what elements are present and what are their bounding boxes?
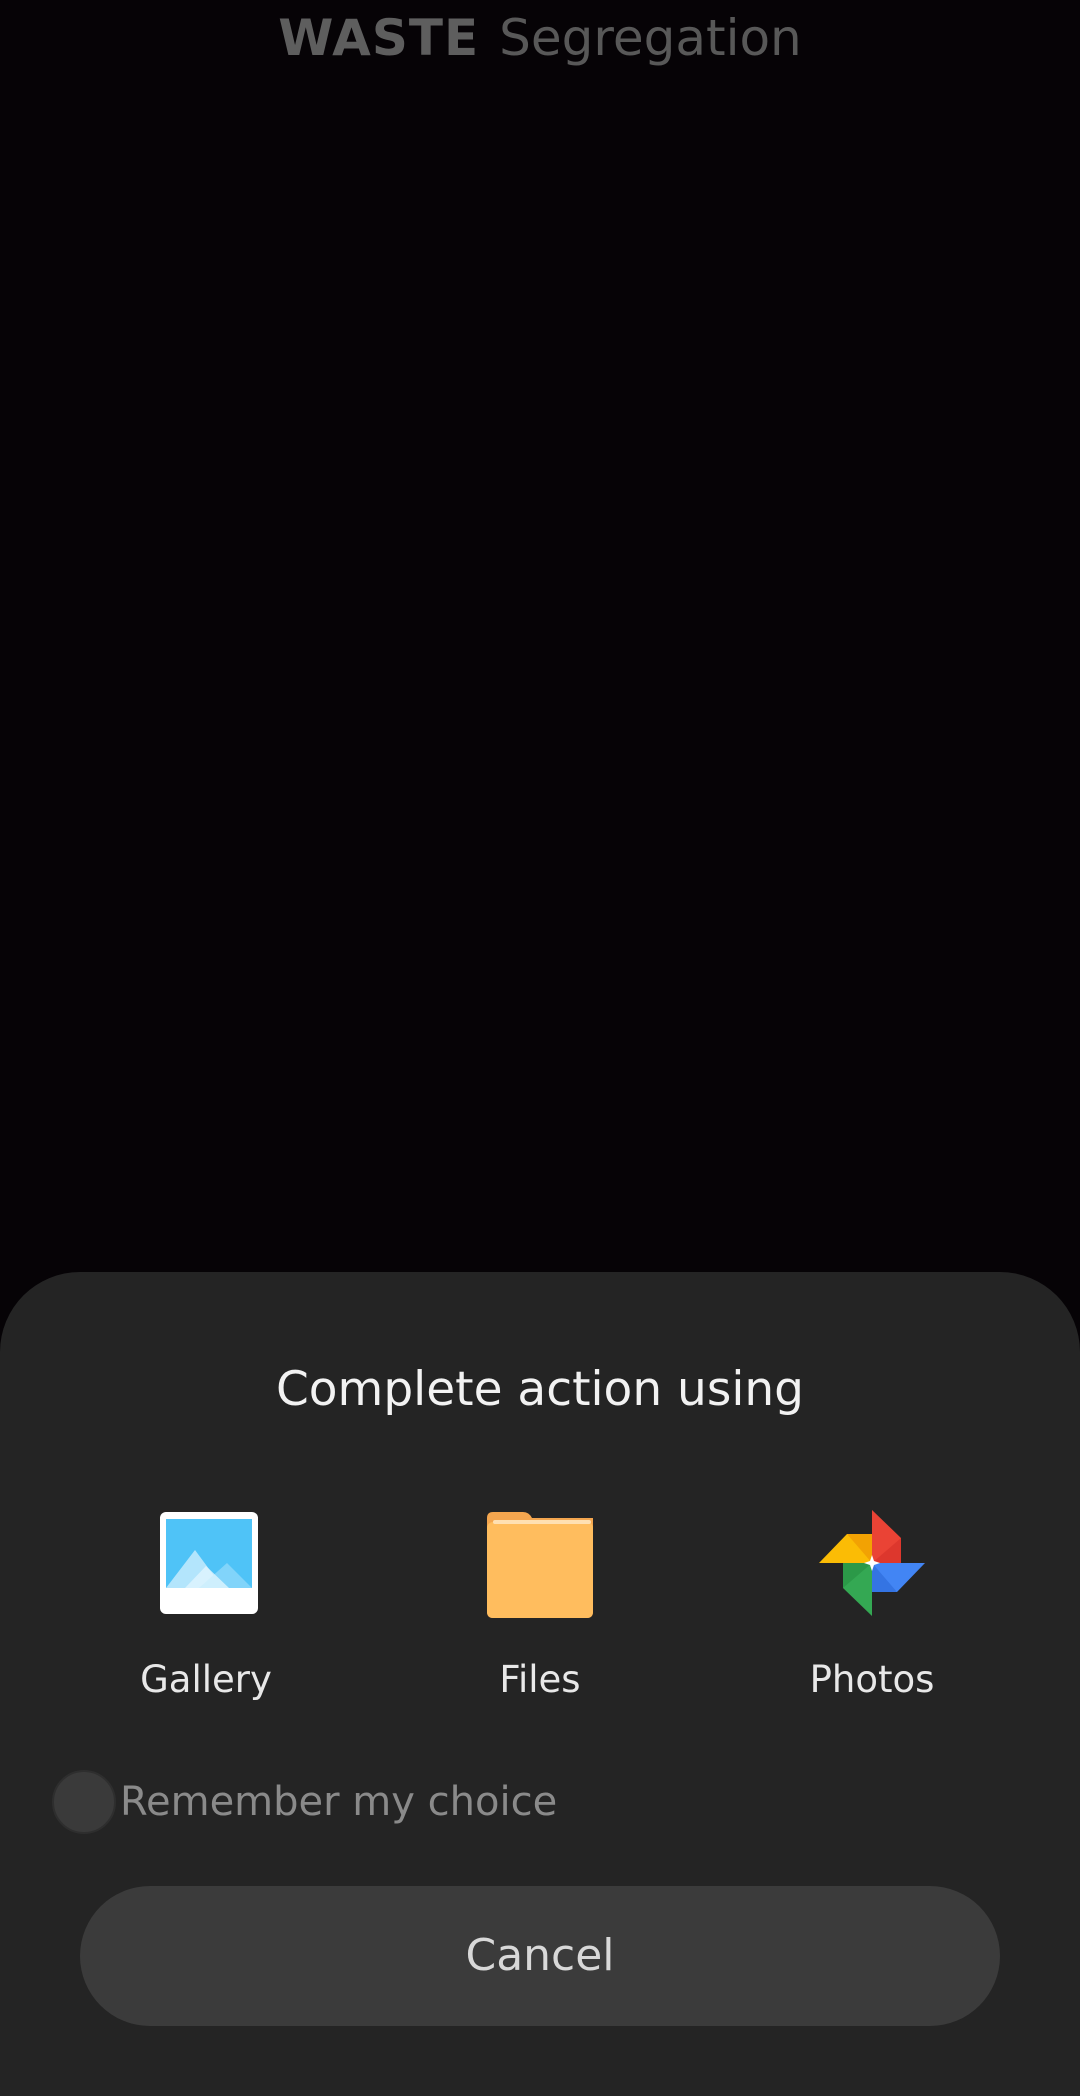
remember-label: Remember my choice: [120, 1779, 558, 1825]
remember-choice[interactable]: Remember my choice: [52, 1768, 652, 1838]
option-gallery[interactable]: Gallery: [56, 1508, 356, 1728]
chooser-bottom-sheet: Complete action using Gallery Files Phot…: [0, 1272, 1080, 2096]
remember-checkbox[interactable]: [52, 1770, 116, 1834]
gallery-icon: [151, 1508, 261, 1618]
option-gallery-label: Gallery: [140, 1658, 272, 1701]
google-photos-icon: [817, 1508, 927, 1618]
cancel-button[interactable]: Cancel: [80, 1886, 1000, 2026]
option-photos[interactable]: Photos: [722, 1508, 1022, 1728]
app-title: WASTE Segregation: [0, 8, 1080, 68]
dialog-title: Complete action using: [275, 1362, 804, 1417]
option-files[interactable]: Files: [390, 1508, 690, 1728]
option-photos-label: Photos: [809, 1658, 935, 1701]
app-title-light: Segregation: [499, 9, 802, 67]
app-title-bold: WASTE: [278, 9, 480, 67]
folder-icon: [485, 1508, 595, 1618]
app-options: Gallery Files Photos: [0, 1508, 1080, 1738]
option-files-label: Files: [499, 1658, 581, 1701]
screen: WASTE Segregation Complete action using G…: [0, 0, 1080, 2096]
